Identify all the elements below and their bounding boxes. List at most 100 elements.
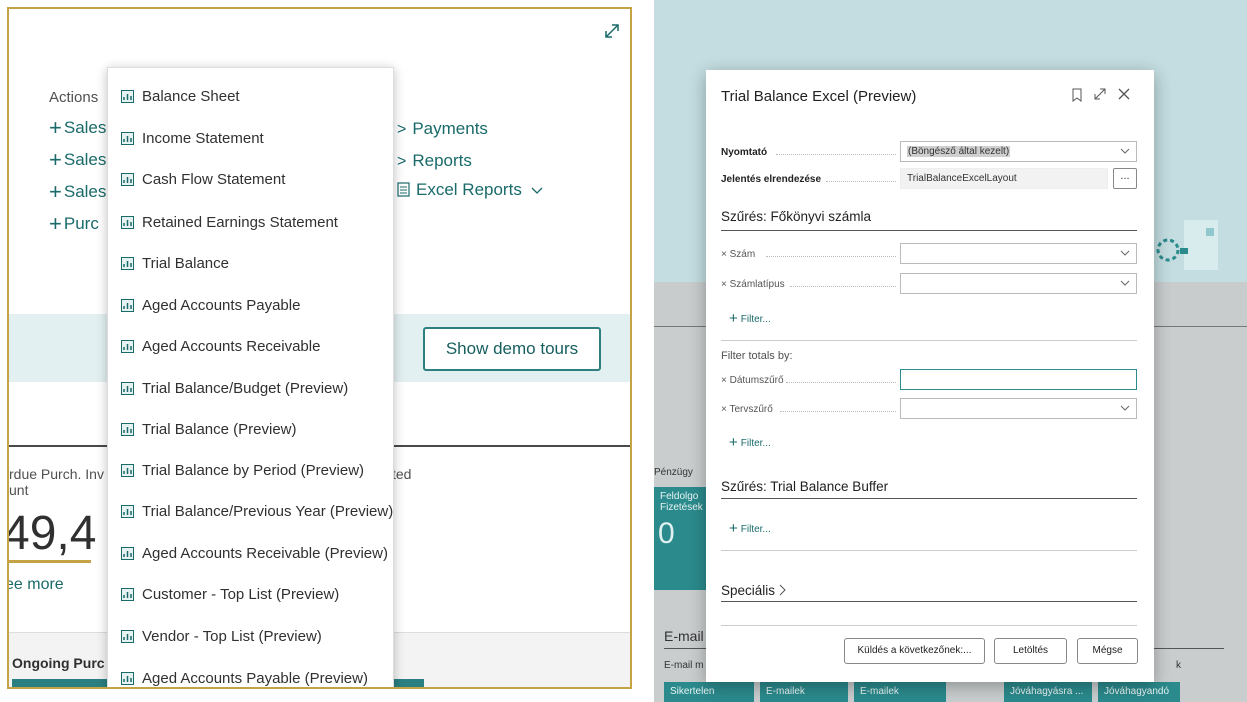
report-menu-item[interactable]: Aged Accounts Payable (121, 293, 300, 317)
see-more-link[interactable]: ee more (9, 576, 64, 594)
section-light-divider (721, 550, 1137, 551)
cue-tile-emails-1[interactable]: E-mailek (760, 682, 848, 702)
action-link-sales-1[interactable]: + Sales (49, 115, 106, 141)
report-menu-item[interactable]: Customer - Top List (Preview) (121, 582, 339, 606)
label-leader (790, 286, 896, 287)
excel-report-icon (121, 422, 134, 436)
report-menu-item[interactable]: Trial Balance/Budget (Preview) (121, 376, 348, 400)
ongoing-purchases-label: Ongoing Purc (12, 655, 105, 671)
section-gl-account-title[interactable]: Szűrés: Főkönyvi számla (721, 209, 871, 224)
bookmark-icon[interactable] (1071, 88, 1083, 102)
label-leader (766, 256, 896, 257)
left-screenshot-panel: Actions + Sales + Sales + Sales + Purc > Paym… (7, 7, 632, 689)
report-menu-item[interactable]: Vendor - Top List (Preview) (121, 624, 322, 648)
excel-report-icon (121, 131, 134, 145)
excel-reports-dropdown: Balance Sheet Income Statement Cash Flow S… (107, 67, 394, 687)
section-divider (721, 498, 1137, 499)
filter-number-select[interactable] (900, 243, 1137, 264)
report-menu-item[interactable]: Aged Accounts Receivable (121, 334, 320, 358)
printer-select[interactable]: (Böngésző által kezelt) (900, 141, 1137, 162)
filter-account-type-select[interactable] (900, 273, 1137, 294)
section-advanced-title[interactable]: Speciális (721, 583, 786, 598)
filter-totals-label: Filter totals by: (721, 350, 793, 362)
chevron-right-icon: > (397, 153, 407, 170)
plus-icon: + (729, 310, 738, 327)
excel-report-icon (121, 256, 134, 270)
report-menu-item[interactable]: Trial Balance (Preview) (121, 417, 297, 441)
cancel-button[interactable]: Mégse (1077, 638, 1138, 664)
kpi-value[interactable]: 49,4 (9, 506, 96, 561)
report-menu-item[interactable]: Balance Sheet (121, 84, 240, 108)
date-filter-input[interactable] (900, 369, 1137, 390)
close-icon[interactable] (1117, 87, 1131, 101)
email-section-label: E-mail (664, 628, 704, 644)
report-menu-item[interactable]: Trial Balance (121, 251, 229, 275)
budget-filter-select[interactable] (900, 398, 1137, 419)
action-link-purchase[interactable]: + Purc (49, 211, 99, 237)
excel-report-icon (121, 463, 134, 477)
report-menu-item-label: Trial Balance/Previous Year (Preview) (142, 502, 394, 520)
add-filter-link-3[interactable]: + Filter... (729, 520, 771, 537)
excel-report-icon (121, 671, 134, 685)
layout-label: Jelentés elrendezése (721, 174, 822, 185)
report-menu-item[interactable]: Income Statement (121, 126, 264, 150)
excel-report-icon (121, 546, 134, 560)
report-menu-item-label: Retained Earnings Statement (142, 213, 338, 231)
printer-label: Nyomtató (721, 147, 768, 158)
plus-icon: + (49, 179, 62, 204)
excel-report-icon (121, 215, 134, 229)
chevron-down-icon (1120, 148, 1130, 154)
plus-icon: + (49, 211, 62, 236)
layout-field[interactable]: TrialBalanceExcelLayout (900, 168, 1108, 189)
add-filter-link-1[interactable]: + Filter... (729, 310, 771, 327)
report-request-dialog: Trial Balance Excel (Preview) Nyomtató (… (706, 70, 1154, 682)
link-reports[interactable]: > Reports (397, 151, 472, 171)
link-excel-reports[interactable]: Excel Reports (397, 180, 543, 200)
report-menu-item[interactable]: Cash Flow Statement (121, 167, 285, 191)
label-leader (826, 181, 896, 182)
report-menu-item[interactable]: Trial Balance by Period (Preview) (121, 458, 364, 482)
dialog-title: Trial Balance Excel (Preview) (721, 88, 917, 105)
chevron-down-icon (1120, 280, 1130, 286)
report-menu-item-label: Aged Accounts Payable (Preview) (142, 669, 368, 687)
cue-tile-emails-2[interactable]: E-mailek (854, 682, 946, 702)
report-menu-item-label: Balance Sheet (142, 87, 240, 105)
expand-icon[interactable] (602, 21, 622, 41)
filter-number-label: × Szám (721, 249, 756, 260)
layout-lookup-button[interactable]: ... (1113, 168, 1137, 189)
action-link-sales-3[interactable]: + Sales (49, 179, 106, 205)
download-button[interactable]: Letöltés (994, 638, 1067, 664)
add-filter-link-2[interactable]: + Filter... (729, 434, 771, 451)
plus-icon: + (49, 115, 62, 140)
cue-tile-to-approve[interactable]: Jóváhagyandó (1098, 682, 1180, 702)
link-payments[interactable]: > Payments (397, 119, 488, 139)
chevron-down-icon (1120, 405, 1130, 411)
section-divider (721, 230, 1137, 231)
cue-tile-failed[interactable]: Sikertelen (664, 682, 754, 702)
plus-icon: + (729, 434, 738, 451)
remove-icon[interactable]: × (721, 249, 730, 260)
remove-icon[interactable]: × (721, 375, 730, 386)
section-trial-balance-buffer-title[interactable]: Szűrés: Trial Balance Buffer (721, 479, 888, 494)
remove-icon[interactable]: × (721, 279, 730, 290)
expand-icon[interactable] (1093, 87, 1107, 101)
kpi-underline (9, 560, 91, 563)
kpi-label: rdue Purch. Inv unt (9, 466, 104, 498)
show-demo-tours-button[interactable]: Show demo tours (423, 327, 601, 371)
report-menu-item[interactable]: Trial Balance/Previous Year (Preview) (121, 499, 393, 523)
report-menu-item[interactable]: Aged Accounts Payable (Preview) (121, 666, 368, 687)
cue-tile-approval[interactable]: Jóváhagyásra ... (1004, 682, 1092, 702)
email-sub-label-right: k (1176, 660, 1181, 671)
action-link-sales-2[interactable]: + Sales (49, 147, 106, 173)
report-menu-item[interactable]: Aged Accounts Receivable (Preview) (121, 541, 388, 565)
send-to-button[interactable]: Küldés a következőnek:... (844, 638, 985, 664)
report-menu-item-label: Cash Flow Statement (142, 170, 286, 188)
report-menu-item-label: Income Statement (142, 129, 264, 147)
excel-report-icon (121, 381, 134, 395)
report-menu-item[interactable]: Retained Earnings Statement (121, 210, 338, 234)
section-label-finance: Pénzügy (654, 467, 693, 478)
footer-divider (721, 625, 1137, 626)
actions-label: Actions (49, 89, 99, 106)
date-filter-label: × Dátumszűrő (721, 375, 784, 386)
report-menu-item-label: Trial Balance (Preview) (142, 420, 297, 438)
